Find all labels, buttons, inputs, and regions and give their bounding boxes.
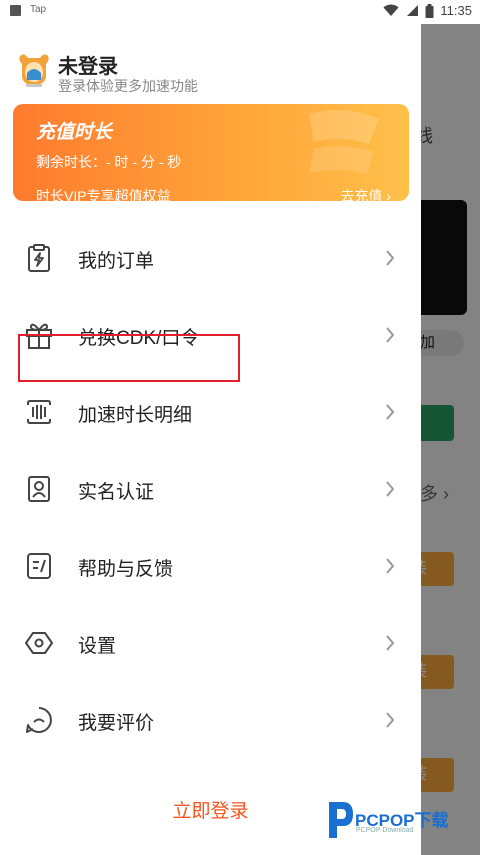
menu-item-orders[interactable]: 我的订单 (0, 229, 421, 289)
menu-label-orders: 我的订单 (78, 251, 155, 272)
wifi-icon (383, 4, 399, 16)
id-card-icon (28, 476, 50, 502)
side-drawer: 未登录 登录体验更多加速功能 充值时长 剩余时长：- 时 - 分 - 秒 时长V… (0, 24, 421, 855)
status-bar: Tap 11:35 (0, 0, 480, 24)
signal-icon (407, 5, 419, 16)
profile-header[interactable]: 未登录 登录体验更多加速功能 (16, 48, 411, 106)
chevron-right-icon (386, 712, 395, 728)
watermark-sub: PCPOP Download (356, 827, 414, 834)
battery-icon (425, 3, 434, 18)
status-time: 11:35 (440, 3, 472, 18)
chevron-right-icon (386, 250, 395, 266)
chevron-right-icon (386, 635, 395, 651)
pcpop-logo-icon (329, 802, 353, 838)
recharge-link[interactable]: 去充值 › (340, 186, 391, 201)
chevron-right-icon (386, 481, 395, 497)
menu-label-settings: 设置 (78, 636, 117, 657)
annotation-highlight-box (18, 334, 240, 382)
profile-subtitle: 登录体验更多加速功能 (58, 78, 198, 94)
menu-label-review: 我要评价 (78, 713, 155, 734)
hexagon-settings-icon (25, 632, 53, 654)
notification-icon (10, 5, 21, 16)
profile-name: 未登录 (58, 56, 118, 78)
menu-item-help-feedback[interactable]: 帮助与反馈 (0, 537, 421, 597)
smile-review-icon (26, 707, 52, 733)
menu-item-real-name[interactable]: 实名认证 (0, 460, 421, 520)
menu-item-settings[interactable]: 设置 (0, 614, 421, 674)
vip-remaining-time: 剩余时长：- 时 - 分 - 秒 (36, 154, 182, 170)
vip-card-title: 充值时长 (36, 122, 113, 143)
card-decoration-icon (309, 110, 379, 174)
chevron-right-icon (386, 558, 395, 574)
menu-item-acceleration-details[interactable]: 加速时长明细 (0, 383, 421, 443)
bars-detail-icon (27, 400, 51, 424)
help-feedback-icon (27, 553, 51, 579)
status-app-label: Tap (30, 4, 47, 15)
clipboard-lightning-icon (28, 244, 50, 272)
pcpop-watermark: PCPOP下载 PCPOP Download (325, 798, 475, 846)
avatar-icon (19, 54, 49, 87)
menu-item-review[interactable]: 我要评价 (0, 691, 421, 751)
vip-recharge-card[interactable]: 充值时长 剩余时长：- 时 - 分 - 秒 时长VIP专享超值权益 去充值 › (13, 104, 409, 201)
vip-card-subtitle: 时长VIP专享超值权益 (36, 188, 171, 201)
menu-label-real-name: 实名认证 (78, 482, 155, 503)
chevron-right-icon (386, 327, 395, 343)
menu-label-help-feedback: 帮助与反馈 (78, 559, 174, 580)
menu-label-acceleration-details: 加速时长明细 (78, 405, 193, 426)
chevron-right-icon (386, 404, 395, 420)
